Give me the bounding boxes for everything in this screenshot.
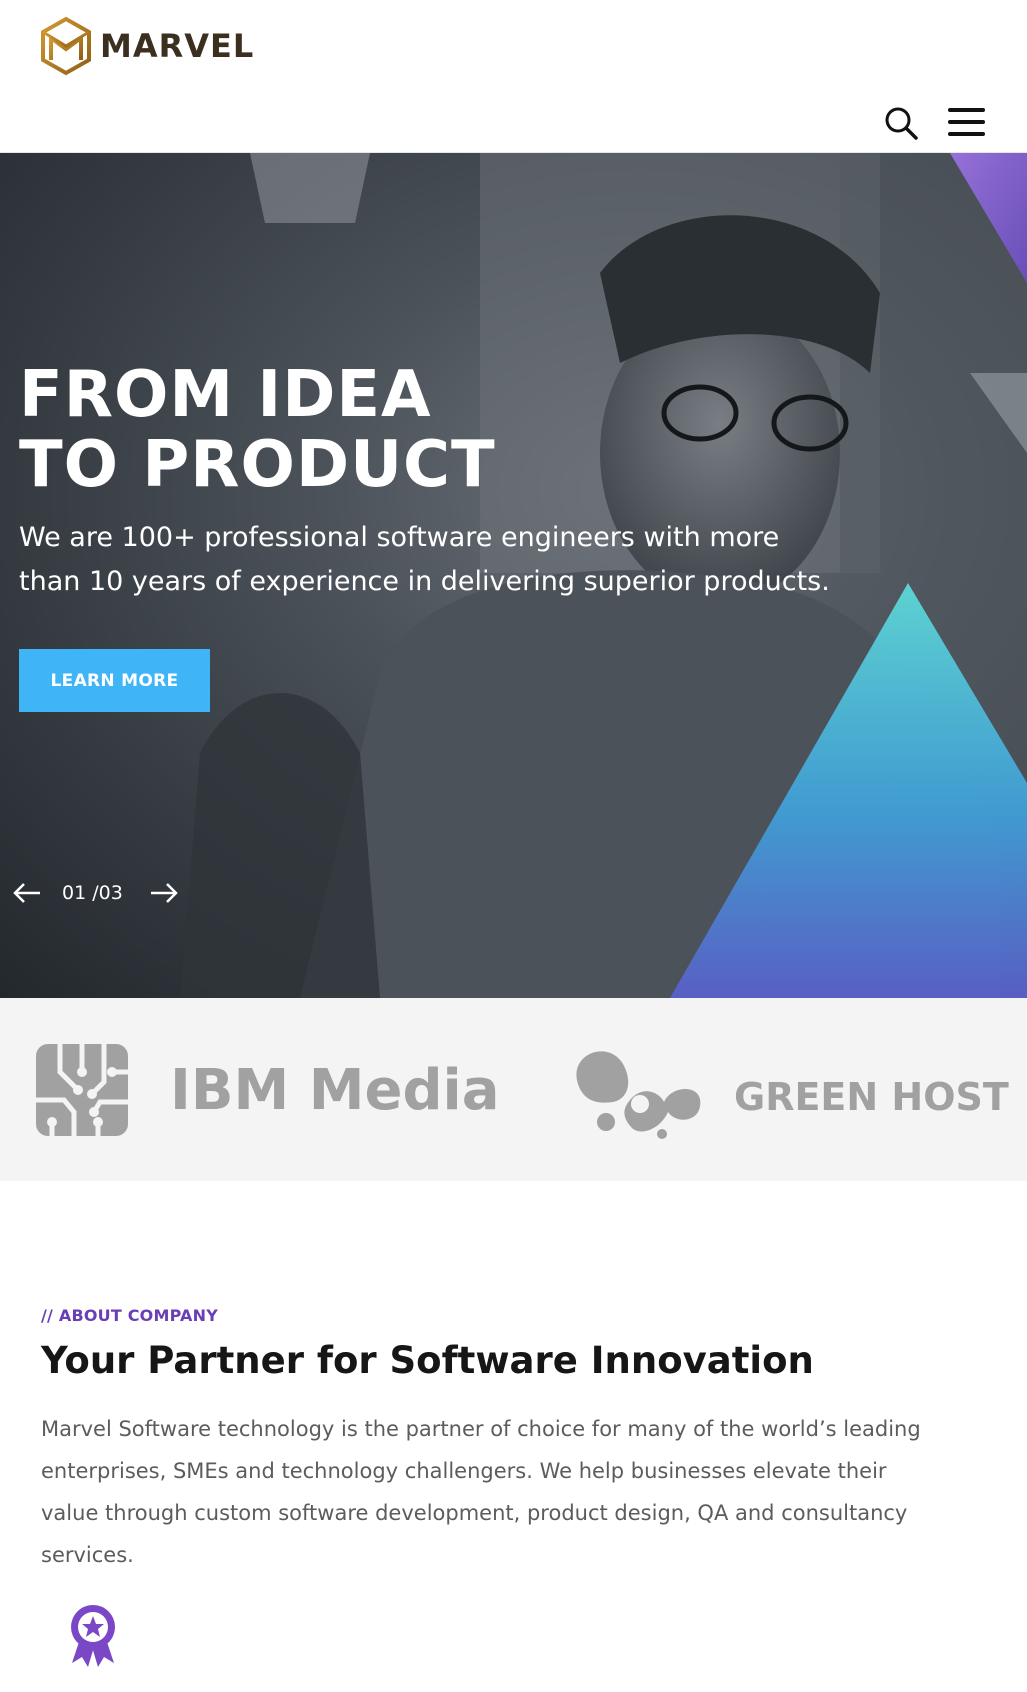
partner-name-green-host: GREEN HOST <box>734 1075 1009 1119</box>
hero-title: FROM IDEA TO PRODUCT <box>19 360 496 500</box>
search-icon <box>885 107 918 140</box>
partner-name-ibm-media: IBM Media <box>170 1057 500 1123</box>
slide-current: 01 <box>62 882 87 904</box>
hero-title-line2: TO PRODUCT <box>19 428 496 502</box>
hero-slider: FROM IDEA TO PRODUCT We are 100+ profess… <box>0 153 1027 998</box>
learn-more-button[interactable]: LEARN MORE <box>19 649 210 712</box>
award-ribbon-icon <box>71 1605 115 1667</box>
hamburger-menu-button[interactable] <box>948 108 988 140</box>
arrow-right-icon[interactable] <box>149 881 179 905</box>
arrow-left-icon[interactable] <box>12 881 42 905</box>
partner-logos: IBM Media GREEN HOST <box>0 998 1027 1181</box>
slider-navigation: 01 /03 <box>12 873 179 913</box>
circuit-chip-icon <box>34 1042 130 1138</box>
menu-bar-icon <box>948 132 985 136</box>
search-button[interactable] <box>882 104 922 144</box>
partner-logo-green-host[interactable]: GREEN HOST <box>568 1044 1009 1140</box>
slide-counter: 01 /03 <box>62 882 123 904</box>
about-title: Your Partner for Software Innovation <box>41 1339 814 1382</box>
brand-name: MARVEL <box>100 27 255 65</box>
about-section: // ABOUT COMPANY Your Partner for Softwa… <box>0 1181 1027 1692</box>
slide-total: /03 <box>92 882 123 904</box>
menu-bar-icon <box>948 120 985 124</box>
hero-subtitle: We are 100+ professional software engine… <box>19 522 830 597</box>
about-description: Marvel Software technology is the partne… <box>41 1417 921 1567</box>
menu-bar-icon <box>948 108 985 112</box>
site-header: MARVEL <box>0 0 1027 153</box>
about-eyebrow: // ABOUT COMPANY <box>41 1306 218 1325</box>
partner-logo-ibm-media[interactable]: IBM Media <box>34 1042 500 1138</box>
brand-logo[interactable]: MARVEL <box>40 16 254 76</box>
blob-dots-icon <box>576 1051 701 1139</box>
marvel-logo-icon <box>41 16 91 76</box>
hero-title-line1: FROM IDEA <box>19 358 432 432</box>
